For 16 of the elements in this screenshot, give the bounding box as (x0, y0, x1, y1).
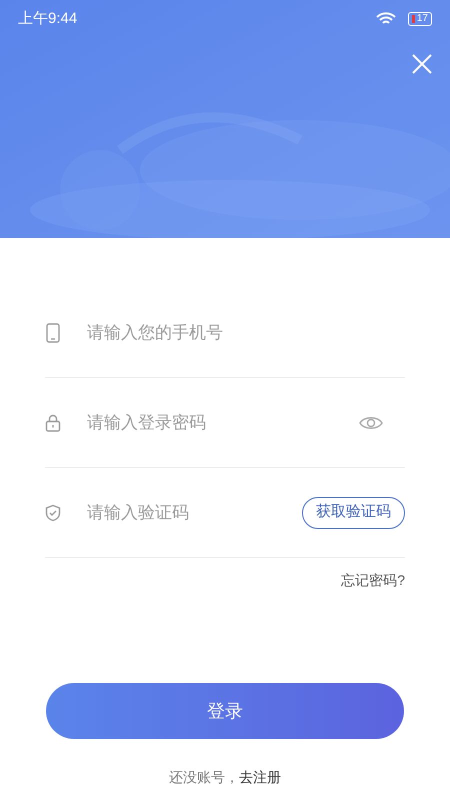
input-field[interactable]: 请输入您的手机号 (87, 320, 405, 346)
input-field[interactable]: 请输入验证码 (87, 500, 276, 526)
register-link[interactable]: 去注册 (239, 767, 281, 788)
battery-level: 17 (416, 14, 428, 24)
wifi-icon (376, 12, 396, 26)
get-code-button[interactable]: 获取验证码 (302, 496, 405, 528)
input-field[interactable]: 请输入登录密码 (87, 410, 333, 436)
phone-icon (46, 322, 60, 342)
forgot-password-link[interactable]: 忘记密码? (341, 570, 405, 591)
eye-icon[interactable] (359, 414, 383, 430)
lock-icon (45, 414, 61, 432)
close-button[interactable] (410, 52, 434, 76)
shield-icon (45, 504, 61, 522)
status-time: 上午9:44 (18, 8, 78, 29)
login-button[interactable]: 登录 (46, 683, 404, 739)
register-prompt: 还没账号， (169, 768, 239, 787)
